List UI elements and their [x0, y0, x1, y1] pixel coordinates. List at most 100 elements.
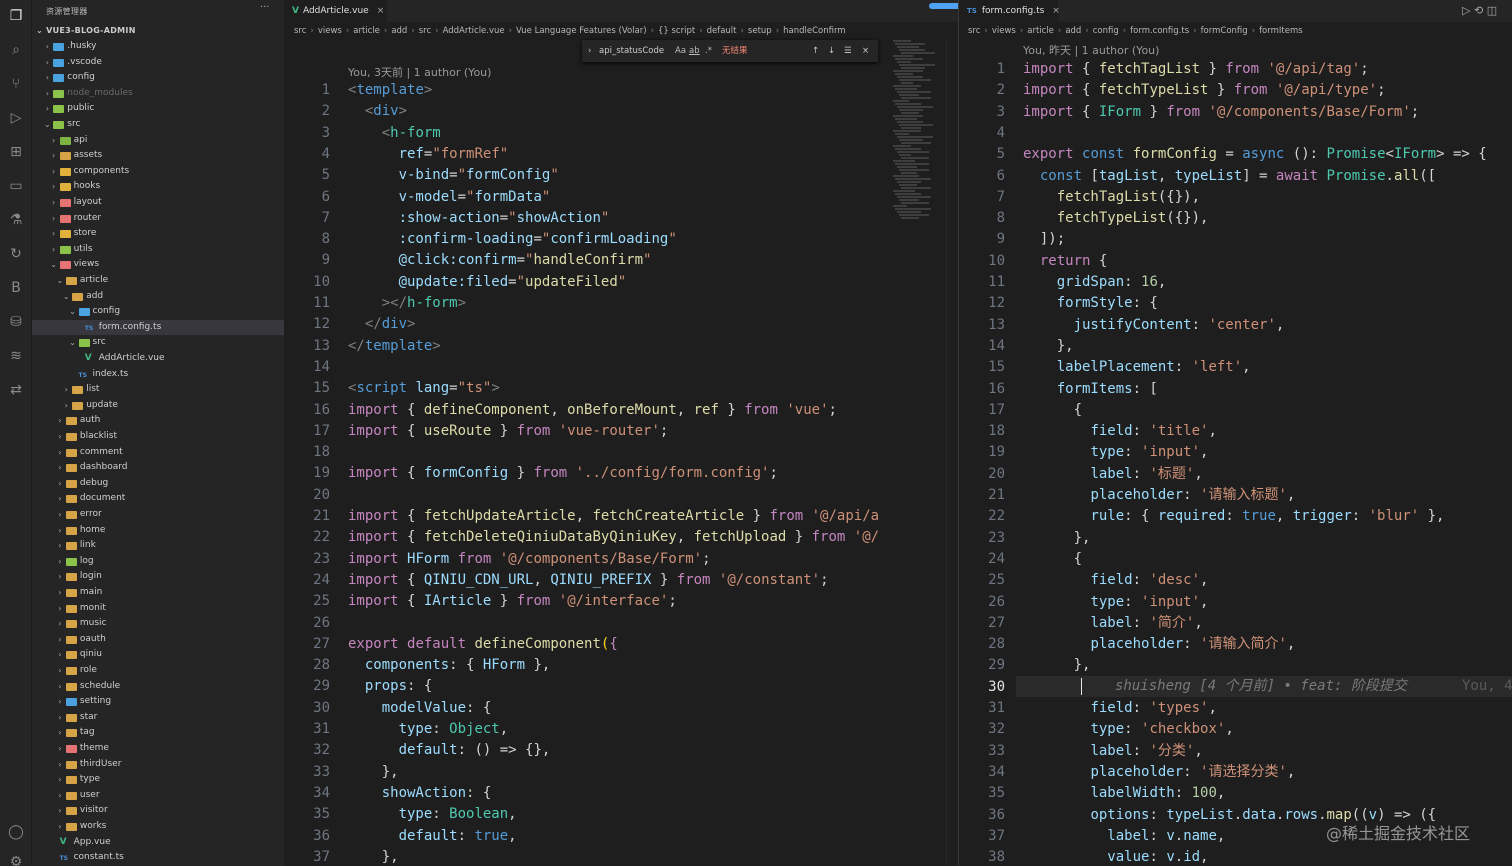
tree-item[interactable]: › store	[32, 226, 284, 241]
code-line[interactable]: type: 'checkbox',	[1023, 719, 1233, 740]
tree-item[interactable]: › main	[32, 585, 284, 600]
code-line[interactable]: label: '标题',	[1023, 464, 1202, 485]
breadcrumb-item[interactable]: Vue Language Features (Volar)	[516, 26, 647, 36]
tree-item[interactable]: TS form.config.ts	[32, 319, 284, 335]
code-line[interactable]: import HForm from '@/components/Base/For…	[348, 549, 711, 570]
code-line[interactable]: <script lang="ts">	[348, 378, 500, 399]
code-line[interactable]: formStyle: {	[1023, 293, 1158, 314]
tree-item[interactable]: › tag	[32, 725, 284, 740]
code-line[interactable]: },	[1023, 528, 1091, 549]
tree-item[interactable]: › update	[32, 398, 284, 413]
breadcrumb-item[interactable]: formItems	[1259, 26, 1303, 36]
breadcrumb-item[interactable]: src	[419, 26, 431, 36]
breadcrumb-item[interactable]: {} script	[658, 26, 695, 36]
code-line[interactable]: default: true,	[348, 826, 517, 847]
breadcrumb-item[interactable]: handleConfirm	[783, 26, 845, 36]
scrollbar[interactable]	[946, 40, 958, 866]
tree-item[interactable]: › dashboard	[32, 460, 284, 475]
match-case-icon[interactable]: Aa	[675, 40, 686, 62]
split-icon[interactable]: ◫	[1487, 4, 1497, 17]
code-line[interactable]: :confirm-loading="confirmLoading"	[348, 229, 677, 250]
tree-item[interactable]: › document	[32, 491, 284, 506]
tree-item[interactable]: › login	[32, 569, 284, 584]
explorer-icon[interactable]: ❐	[6, 6, 26, 26]
tree-item[interactable]: TS index.ts	[32, 367, 284, 382]
code-line[interactable]: type: Boolean,	[348, 804, 517, 825]
tree-item[interactable]: › config	[32, 70, 284, 85]
codelens-left[interactable]: You, 3天前 | 1 author (You)	[348, 64, 491, 80]
code-line[interactable]: default: () => {},	[348, 740, 551, 761]
close-icon[interactable]: ×	[377, 6, 385, 16]
code-line[interactable]: field: 'title',	[1023, 421, 1216, 442]
regex-icon[interactable]: .*	[705, 40, 712, 62]
code-line[interactable]: placeholder: '请选择分类',	[1023, 762, 1295, 783]
whole-word-icon[interactable]: ab	[689, 40, 700, 62]
code-line[interactable]: @click:confirm="handleConfirm"	[348, 250, 652, 271]
breadcrumb-item[interactable]: config	[1093, 26, 1119, 36]
find-input[interactable]: api_statusCode	[599, 40, 664, 62]
left-editor[interactable]: 1 <template> 2 <div> 3 <h-form 4 ref="formRe…	[284, 40, 946, 866]
remote-explorer-icon[interactable]: ▭	[6, 176, 26, 196]
tree-item[interactable]: › node_modules	[32, 86, 284, 101]
code-line[interactable]: placeholder: '请输入简介',	[1023, 634, 1295, 655]
tree-item[interactable]: › blacklist	[32, 429, 284, 444]
code-line[interactable]: label: '简介',	[1023, 613, 1202, 634]
tree-item[interactable]: V AddArticle.vue	[32, 351, 284, 366]
tree-item[interactable]: › theme	[32, 741, 284, 756]
code-line[interactable]: type: Object,	[348, 719, 509, 740]
breadcrumb-item[interactable]: src	[294, 26, 306, 36]
code-line[interactable]: field: 'types',	[1023, 698, 1216, 719]
code-line[interactable]: <h-form	[348, 123, 441, 144]
tree-item[interactable]: ⌄ src	[32, 117, 284, 132]
run-debug-icon[interactable]: ▷	[6, 108, 26, 128]
tree-item[interactable]: › home	[32, 523, 284, 538]
tree-item[interactable]: › thirdUser	[32, 757, 284, 772]
code-line[interactable]: export default defineComponent({	[348, 634, 618, 655]
tree-item[interactable]: › debug	[32, 476, 284, 491]
tree-item[interactable]: › user	[32, 788, 284, 803]
tree-item[interactable]: › hooks	[32, 179, 284, 194]
tree-item[interactable]: › components	[32, 164, 284, 179]
tree-item[interactable]: ⌄ views	[32, 257, 284, 272]
code-line[interactable]: },	[348, 762, 399, 783]
tree-item[interactable]: › works	[32, 819, 284, 834]
breadcrumb-item[interactable]: add	[391, 26, 407, 36]
tree-item[interactable]: › router	[32, 211, 284, 226]
code-line[interactable]: fetchTypeList({}),	[1023, 208, 1209, 229]
database-icon[interactable]: ⛁	[6, 312, 26, 332]
extensions-icon[interactable]: ⊞	[6, 142, 26, 162]
code-line[interactable]: @update:filed="updateFiled"	[348, 272, 627, 293]
code-line[interactable]: },	[348, 847, 399, 866]
source-control-icon[interactable]: ⑂	[6, 74, 26, 94]
bookmark-icon[interactable]: B	[6, 278, 26, 298]
code-line[interactable]: label: '分类',	[1023, 741, 1202, 762]
code-line[interactable]: export const formConfig = async (): Prom…	[1023, 144, 1487, 165]
code-line[interactable]: import { defineComponent, onBeforeMount,…	[348, 400, 837, 421]
code-line[interactable]: label: v.name,	[1023, 826, 1225, 847]
code-line[interactable]: modelValue: {	[348, 698, 492, 719]
code-line[interactable]: props: {	[348, 676, 432, 697]
tree-item[interactable]: › schedule	[32, 679, 284, 694]
breadcrumb-item[interactable]: add	[1065, 26, 1081, 36]
previous-match-icon[interactable]: ↑	[812, 40, 819, 62]
code-line[interactable]: ref="formRef"	[348, 144, 509, 165]
tree-item[interactable]: › assets	[32, 148, 284, 163]
tab-form-config-ts[interactable]: TS form.config.ts ×	[959, 0, 1060, 22]
live-share-icon[interactable]: ⇄	[6, 380, 26, 400]
code-line[interactable]: import { IForm } from '@/components/Base…	[1023, 102, 1419, 123]
tree-item[interactable]: › qiniu	[32, 647, 284, 662]
code-line[interactable]: const [tagList, typeList] = await Promis…	[1023, 166, 1436, 187]
tree-item[interactable]: › api	[32, 133, 284, 148]
code-line[interactable]: labelWidth: 100,	[1023, 783, 1225, 804]
tree-item[interactable]: › layout	[32, 195, 284, 210]
tree-item[interactable]: › star	[32, 710, 284, 725]
breadcrumb-item[interactable]: form.config.ts	[1130, 26, 1189, 36]
code-line[interactable]: fetchTagList({}),	[1023, 187, 1200, 208]
code-line[interactable]: gridSpan: 16,	[1023, 272, 1167, 293]
find-in-selection-icon[interactable]: ☰	[844, 40, 852, 62]
close-find-icon[interactable]: ×	[862, 40, 869, 62]
code-line[interactable]: import { fetchTagList } from '@/api/tag'…	[1023, 59, 1369, 80]
search-icon[interactable]: ⌕	[6, 40, 26, 60]
code-line[interactable]: rule: { required: true, trigger: 'blur' …	[1023, 506, 1444, 527]
code-line[interactable]: import { formConfig } from '../config/fo…	[348, 463, 778, 484]
